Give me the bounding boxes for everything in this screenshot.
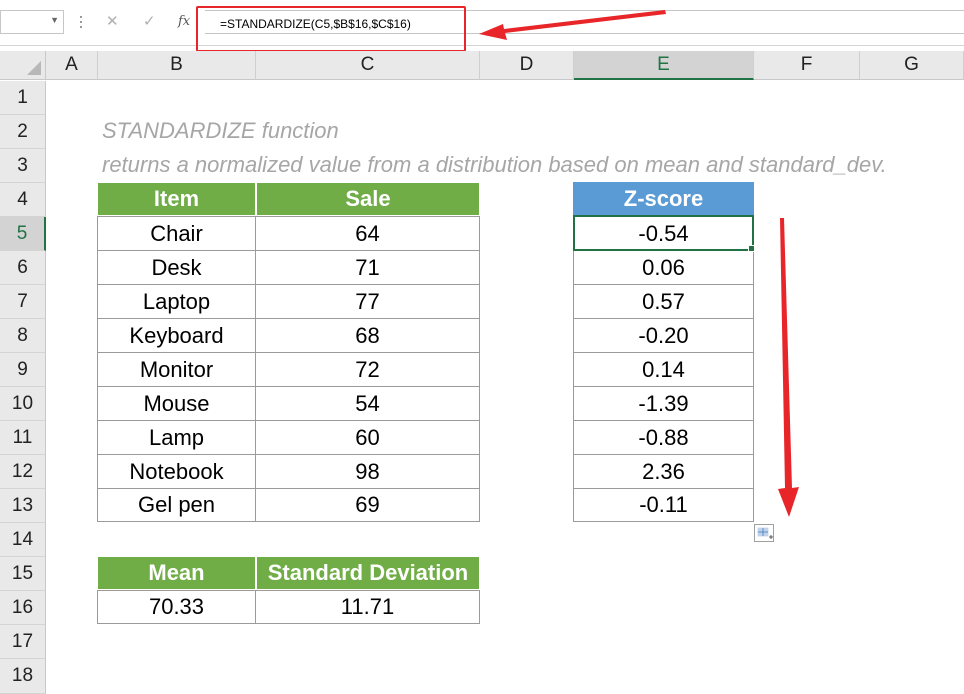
sales-item-cell[interactable]: Chair <box>97 216 256 251</box>
note-line-1[interactable]: STANDARDIZE function <box>102 118 339 144</box>
row-header-6[interactable]: 6 <box>0 251 46 285</box>
zscore-cell[interactable]: -0.20 <box>573 318 754 353</box>
row-header-4[interactable]: 4 <box>0 183 46 217</box>
column-header-c[interactable]: C <box>256 51 480 80</box>
active-cell-selection[interactable] <box>573 215 754 251</box>
sales-header-item[interactable]: Item <box>97 182 256 216</box>
column-header-d[interactable]: D <box>480 51 574 80</box>
sales-item-cell[interactable]: Notebook <box>97 454 256 489</box>
row-header-2[interactable]: 2 <box>0 115 46 149</box>
row-header-15[interactable]: 15 <box>0 557 46 591</box>
row-header-13[interactable]: 13 <box>0 489 46 523</box>
row-header-11[interactable]: 11 <box>0 421 46 455</box>
column-header-a[interactable]: A <box>46 51 98 80</box>
note-line-2[interactable]: returns a normalized value from a distri… <box>102 152 887 178</box>
sales-item-cell[interactable]: Lamp <box>97 420 256 455</box>
stats-header-mean[interactable]: Mean <box>97 556 256 590</box>
zscore-cell[interactable]: 0.14 <box>573 352 754 387</box>
row-header-14[interactable]: 14 <box>0 523 46 557</box>
sales-header-sale[interactable]: Sale <box>256 182 480 216</box>
row-header-5[interactable]: 5 <box>0 217 46 251</box>
row-header-17[interactable]: 17 <box>0 625 46 659</box>
mean-value-cell[interactable]: 70.33 <box>97 590 256 624</box>
column-header-b[interactable]: B <box>98 51 256 80</box>
sales-value-cell[interactable]: 71 <box>255 250 480 285</box>
sales-item-cell[interactable]: Monitor <box>97 352 256 387</box>
zscore-cell[interactable]: 2.36 <box>573 454 754 489</box>
fill-down-arrow-icon <box>778 218 799 517</box>
row-header-8[interactable]: 8 <box>0 319 46 353</box>
row-header-7[interactable]: 7 <box>0 285 46 319</box>
row-header-12[interactable]: 12 <box>0 455 46 489</box>
sales-item-cell[interactable]: Gel pen <box>97 488 256 522</box>
sales-value-cell[interactable]: 60 <box>255 420 480 455</box>
zscore-cell[interactable]: 0.06 <box>573 250 754 285</box>
formula-arrow-icon <box>479 10 666 40</box>
sales-value-cell[interactable]: 69 <box>255 488 480 522</box>
column-header-f[interactable]: F <box>754 51 860 80</box>
stats-header-std-dev[interactable]: Standard Deviation <box>256 556 480 590</box>
sales-item-cell[interactable]: Keyboard <box>97 318 256 353</box>
sales-value-cell[interactable]: 54 <box>255 386 480 421</box>
sales-value-cell[interactable]: 64 <box>255 216 480 251</box>
row-header-16[interactable]: 16 <box>0 591 46 625</box>
row-header-9[interactable]: 9 <box>0 353 46 387</box>
row-header-1[interactable]: 1 <box>0 81 46 115</box>
sales-value-cell[interactable]: 98 <box>255 454 480 489</box>
row-header-10[interactable]: 10 <box>0 387 46 421</box>
row-header-3[interactable]: 3 <box>0 149 46 183</box>
sales-item-cell[interactable]: Laptop <box>97 284 256 319</box>
row-header-18[interactable]: 18 <box>0 659 46 694</box>
zscore-cell[interactable]: -0.88 <box>573 420 754 455</box>
sales-value-cell[interactable]: 77 <box>255 284 480 319</box>
std-dev-value-cell[interactable]: 11.71 <box>255 590 480 624</box>
zscore-cell[interactable]: 0.57 <box>573 284 754 319</box>
sales-value-cell[interactable]: 68 <box>255 318 480 353</box>
select-all-triangle-icon <box>27 61 41 75</box>
sales-item-cell[interactable]: Mouse <box>97 386 256 421</box>
sales-value-cell[interactable]: 72 <box>255 352 480 387</box>
fill-handle[interactable] <box>748 245 755 252</box>
column-header-e[interactable]: E <box>574 51 754 80</box>
zscore-header[interactable]: Z-score <box>573 182 754 216</box>
select-all-button[interactable] <box>0 51 46 80</box>
zscore-cell[interactable]: -0.11 <box>573 488 754 522</box>
quick-analysis-icon[interactable] <box>754 524 774 542</box>
zscore-cell[interactable]: -1.39 <box>573 386 754 421</box>
column-header-g[interactable]: G <box>860 51 964 80</box>
sales-item-cell[interactable]: Desk <box>97 250 256 285</box>
